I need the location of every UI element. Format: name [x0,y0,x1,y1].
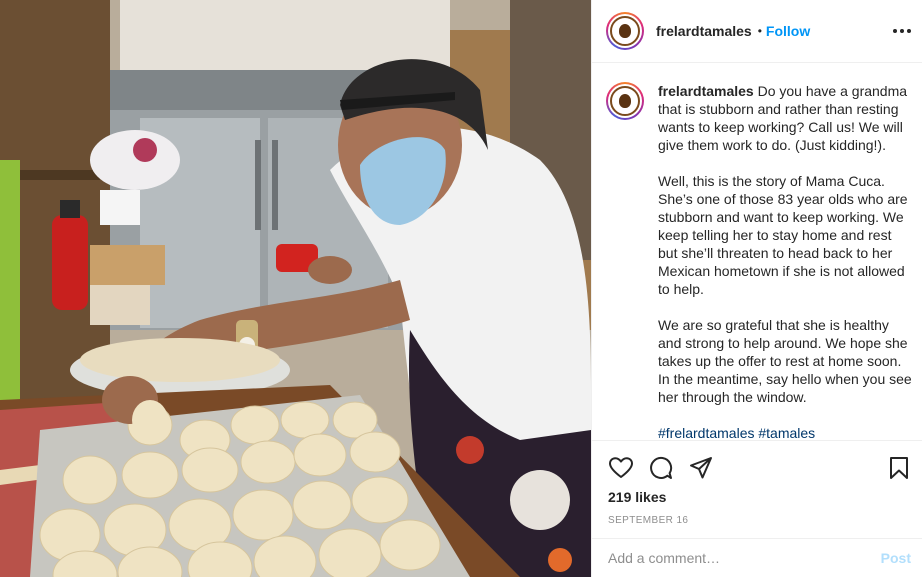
caption-paragraph-2: Well, this is the story of Mama Cuca. Sh… [658,173,908,297]
comment-icon[interactable] [648,455,674,481]
post-date[interactable]: SEPTEMBER 16 [608,515,688,526]
post-header: frelardtamales • Follow [592,0,922,63]
avatar[interactable] [606,12,644,50]
action-bar: 219 likes SEPTEMBER 16 [592,440,922,538]
comment-input[interactable] [608,550,881,566]
post-photo[interactable] [0,0,591,577]
likes-count[interactable]: 219 likes [608,489,666,505]
username-link[interactable]: frelardtamales [656,23,752,39]
comment-bar: Post [592,538,922,577]
more-options-icon[interactable] [893,22,911,40]
post-side-panel: frelardtamales • Follow frelardtamales D… [591,0,922,577]
follow-button[interactable]: Follow [766,23,810,39]
share-icon[interactable] [688,455,714,481]
caption-author-link[interactable]: frelardtamales [658,83,754,99]
brand-logo-icon [610,86,640,116]
hashtags-link[interactable]: #frelardtamales #tamales [658,424,914,440]
bookmark-icon[interactable] [886,455,912,481]
photo-scene [0,0,591,577]
header-separator: • [757,24,762,38]
caption-avatar[interactable] [606,82,644,120]
post-caption: frelardtamales Do you have a grandma tha… [592,64,922,440]
brand-logo-icon [610,16,640,46]
heart-icon[interactable] [608,455,634,481]
caption-paragraph-3: We are so grateful that she is healthy a… [658,317,912,405]
post-comment-button[interactable]: Post [881,550,911,566]
caption-text: frelardtamales Do you have a grandma tha… [658,82,914,440]
